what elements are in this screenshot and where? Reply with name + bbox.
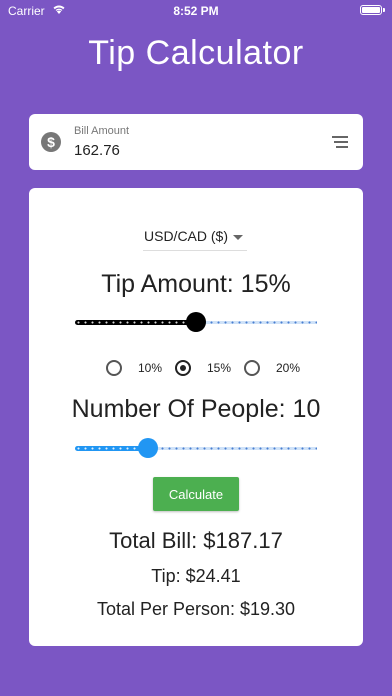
radio-circle[interactable] [106,360,122,376]
currency-dropdown[interactable]: USD/CAD ($) [143,226,247,251]
tip-slider-fill-ticks [75,321,196,324]
per-person-result: Total Per Person: $19.30 [96,599,296,619]
app-title: Tip Calculator [88,34,304,72]
bill-amount-input[interactable]: 162.76 [74,142,120,159]
tip-options: 10% 15% 20% [29,358,363,380]
clock: 8:52 PM [173,4,219,18]
tip-slider[interactable] [75,312,317,332]
total-bill-result: Total Bill: $187.17 [109,528,283,553]
chevron-down-icon [233,235,243,240]
radio-circle-selected[interactable] [175,360,191,376]
tip-option-label: 15% [207,361,232,375]
tip-slider-thumb[interactable] [186,312,206,332]
people-slider-thumb[interactable] [138,438,158,458]
calculator-card: USD/CAD ($) Tip Amount: 15% 10% 15% 20% … [29,188,363,646]
status-bar: Carrier 8:52 PM [0,0,392,22]
battery-tip [383,8,385,12]
number-of-people-heading: Number Of People: 10 [71,395,321,423]
bill-amount-field[interactable]: $ Bill Amount 162.76 [29,114,363,170]
bill-amount-label: Bill Amount [74,125,130,137]
currency-value: USD/CAD ($) [144,228,229,244]
people-slider[interactable] [75,438,317,458]
dollar-icon: $ [41,132,61,152]
calculate-button[interactable]: Calculate [153,477,239,511]
battery-icon [360,5,382,15]
tip-amount-heading: Tip Amount: 15% [101,270,291,298]
tip-option-label: 20% [276,361,301,375]
radio-circle[interactable] [244,360,260,376]
tip-result: Tip: $24.41 [151,566,241,586]
sort-icon[interactable] [332,136,348,148]
tip-option-label: 10% [138,361,163,375]
